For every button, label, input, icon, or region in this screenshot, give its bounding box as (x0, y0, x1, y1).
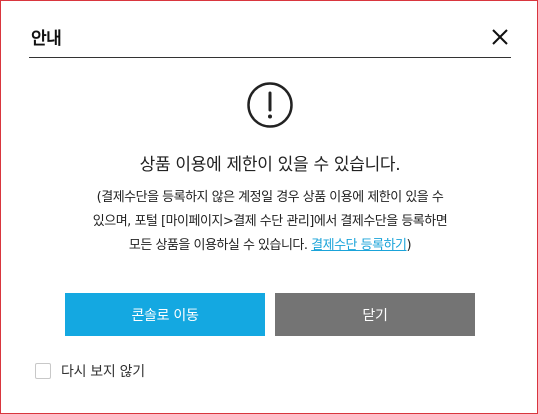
register-payment-link[interactable]: 결제수단 등록하기 (311, 238, 407, 253)
dont-show-checkbox[interactable] (35, 363, 51, 379)
dont-show-again[interactable]: 다시 보지 않기 (35, 361, 145, 381)
description-line-2: 있으며, 포털 [마이페이지>결제 수단 관리]에서 결제수단을 등록하면 (92, 214, 448, 229)
dont-show-label: 다시 보지 않기 (61, 364, 145, 380)
dialog-header: 안내 (29, 19, 511, 58)
description-line-3: 모든 상품을 이용하실 수 있습니다. (128, 238, 308, 253)
notice-dialog: 안내 상품 이용에 제한이 있을 수 있습니다. (결제수단을 등록하지 않은 … (0, 0, 538, 414)
dialog-title: 안내 (31, 29, 62, 49)
close-button[interactable] (491, 28, 509, 46)
close-dialog-button[interactable]: 닫기 (275, 293, 475, 336)
description-line-1: (결제수단을 등록하지 않은 계정일 경우 상품 이용에 제한이 있을 수 (96, 190, 444, 205)
close-icon (492, 29, 508, 45)
notice-headline: 상품 이용에 제한이 있을 수 있습니다. (139, 155, 401, 175)
exclamation-circle-icon (247, 82, 293, 128)
notice-description: (결제수단을 등록하지 않은 계정일 경우 상품 이용에 제한이 있을 수 있으… (21, 186, 519, 258)
go-to-console-button[interactable]: 콘솔로 이동 (65, 293, 265, 336)
description-end: ) (406, 238, 412, 253)
